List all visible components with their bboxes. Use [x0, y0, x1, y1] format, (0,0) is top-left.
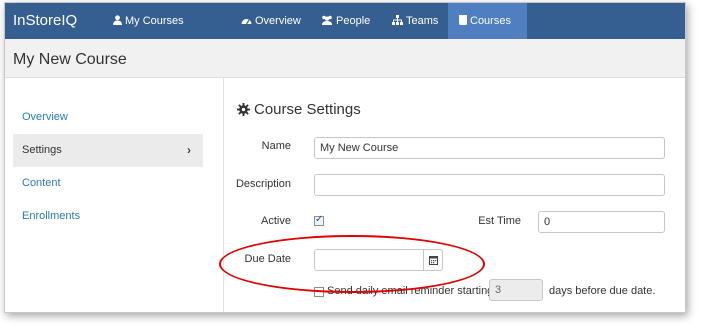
sidebar-item-label: Settings — [22, 144, 62, 156]
est-time-label: Est Time — [478, 215, 521, 227]
nav-my-courses[interactable]: My Courses — [113, 3, 184, 39]
sidebar-item-enrollments[interactable]: Enrollments — [13, 200, 203, 233]
reminder-days-field[interactable]: 3 — [489, 279, 543, 301]
gear-icon — [237, 103, 250, 116]
active-checkbox[interactable] — [314, 214, 324, 226]
column-divider — [223, 78, 224, 312]
description-label: Description — [235, 178, 291, 190]
brand-logo[interactable]: InStoreIQ — [13, 12, 77, 30]
sidebar-item-settings[interactable]: Settings › — [13, 134, 203, 167]
top-navbar: InStoreIQ My Courses Overview People Tea… — [5, 3, 685, 39]
sidebar-item-label: Overview — [22, 111, 68, 123]
active-label: Active — [261, 215, 291, 227]
nav-people-label: People — [336, 15, 371, 27]
dashboard-icon — [241, 19, 252, 25]
calendar-button[interactable] — [423, 249, 443, 271]
nav-overview[interactable]: Overview — [241, 3, 301, 39]
page-title: My New Course — [13, 51, 127, 68]
section-title: Course Settings — [237, 101, 361, 119]
sidebar-item-overview[interactable]: Overview — [13, 101, 203, 134]
nav-teams-label: Teams — [406, 15, 439, 27]
sitemap-icon — [392, 15, 403, 25]
nav-overview-label: Overview — [255, 15, 301, 27]
nav-my-courses-label: My Courses — [125, 15, 184, 27]
sidebar-item-content[interactable]: Content — [13, 167, 203, 200]
name-field[interactable]: My New Course — [314, 137, 665, 159]
chevron-right-icon: › — [187, 143, 191, 157]
section-title-text: Course Settings — [254, 101, 361, 118]
nav-courses-label: Courses — [470, 15, 511, 27]
days-before-label: days before due date. — [549, 285, 656, 297]
calendar-icon — [429, 256, 438, 265]
est-time-field[interactable]: 0 — [538, 211, 665, 233]
nav-courses[interactable]: Courses — [448, 3, 527, 39]
description-field[interactable] — [314, 174, 665, 196]
page-header: My New Course — [5, 39, 685, 78]
app-window: InStoreIQ My Courses Overview People Tea… — [4, 2, 686, 313]
sidebar-item-label: Content — [22, 177, 61, 189]
reminder-label: Send daily email reminder starting — [327, 285, 494, 297]
name-label: Name — [261, 140, 291, 152]
nav-people[interactable]: People — [321, 3, 370, 39]
user-icon — [113, 15, 122, 25]
due-date-label: Due Date — [244, 253, 291, 265]
nav-teams[interactable]: Teams — [392, 3, 438, 39]
users-icon — [322, 15, 332, 25]
due-date-field[interactable] — [314, 249, 424, 271]
book-icon — [459, 15, 467, 25]
reminder-checkbox[interactable] — [314, 287, 324, 297]
sidebar-item-label: Enrollments — [22, 210, 81, 222]
